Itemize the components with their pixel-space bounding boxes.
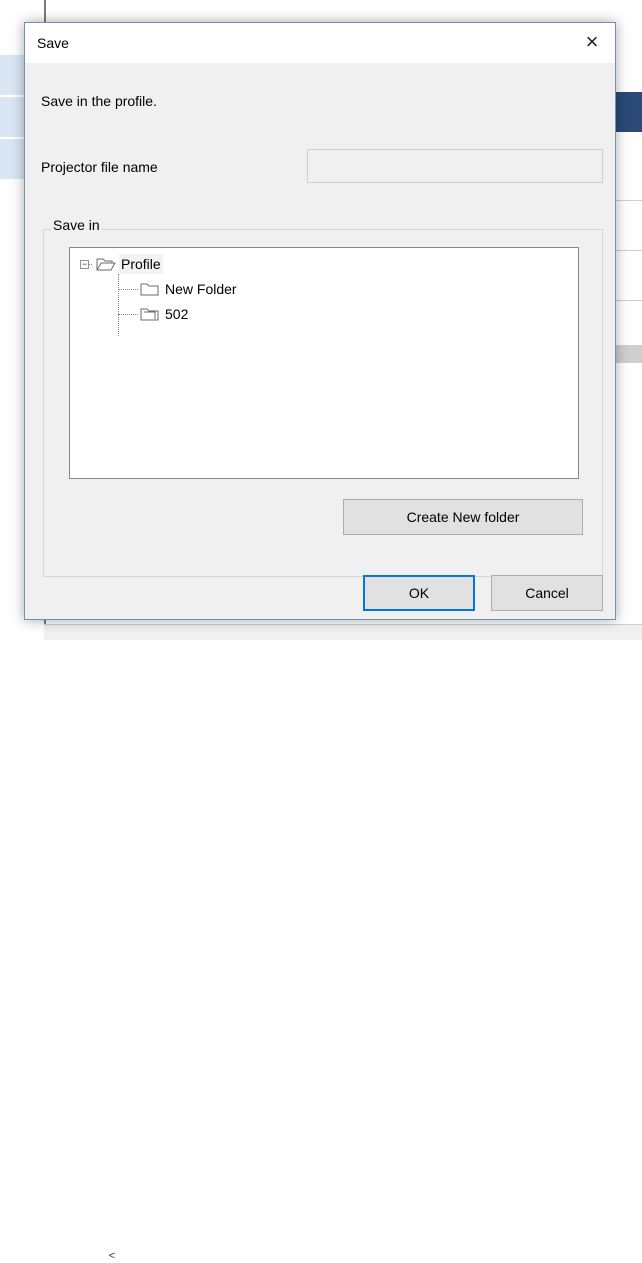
background-row-divider — [612, 200, 642, 201]
background-scrollbar — [612, 345, 642, 363]
folder-icon — [140, 283, 159, 296]
background-row-divider — [612, 300, 642, 301]
tree-node-label: 502 — [165, 306, 189, 322]
save-in-label: Save in — [51, 217, 102, 233]
background-header — [612, 92, 642, 132]
tree-node-label: New Folder — [165, 281, 237, 297]
create-new-folder-button[interactable]: Create New folder — [343, 499, 583, 535]
tree-connector — [118, 289, 138, 290]
dialog-title: Save — [37, 35, 69, 51]
ok-button[interactable]: OK — [363, 575, 475, 611]
save-dialog: Save × Save in the profile. Projector fi… — [24, 22, 616, 620]
folder-tree[interactable]: − Profile New Folder 502 — [69, 247, 579, 479]
tree-node-502[interactable]: 502 — [140, 304, 190, 324]
dialog-titlebar: Save × — [25, 23, 615, 63]
info-text: Save in the profile. — [41, 93, 157, 109]
tree-connector — [118, 274, 119, 336]
cancel-button[interactable]: Cancel — [491, 575, 603, 611]
background-nav-item — [0, 55, 26, 95]
background-nav-item — [0, 139, 26, 179]
open-folder-icon — [96, 258, 116, 271]
background-row-divider — [612, 250, 642, 251]
file-name-label: Projector file name — [41, 159, 158, 175]
tree-node-profile[interactable]: Profile — [96, 254, 163, 274]
close-button[interactable]: × — [569, 23, 615, 63]
tree-connector — [118, 314, 138, 315]
background-horizontal-scrollbar[interactable]: < — [44, 624, 642, 1262]
tree-node-new-folder[interactable]: New Folder — [140, 279, 239, 299]
folder-icon — [140, 308, 159, 321]
tree-node-label: Profile — [119, 254, 163, 274]
collapse-icon[interactable]: − — [80, 260, 89, 269]
background-nav-item — [0, 97, 26, 137]
file-name-input[interactable] — [307, 149, 603, 183]
scroll-left-button[interactable]: < — [104, 1250, 120, 1263]
